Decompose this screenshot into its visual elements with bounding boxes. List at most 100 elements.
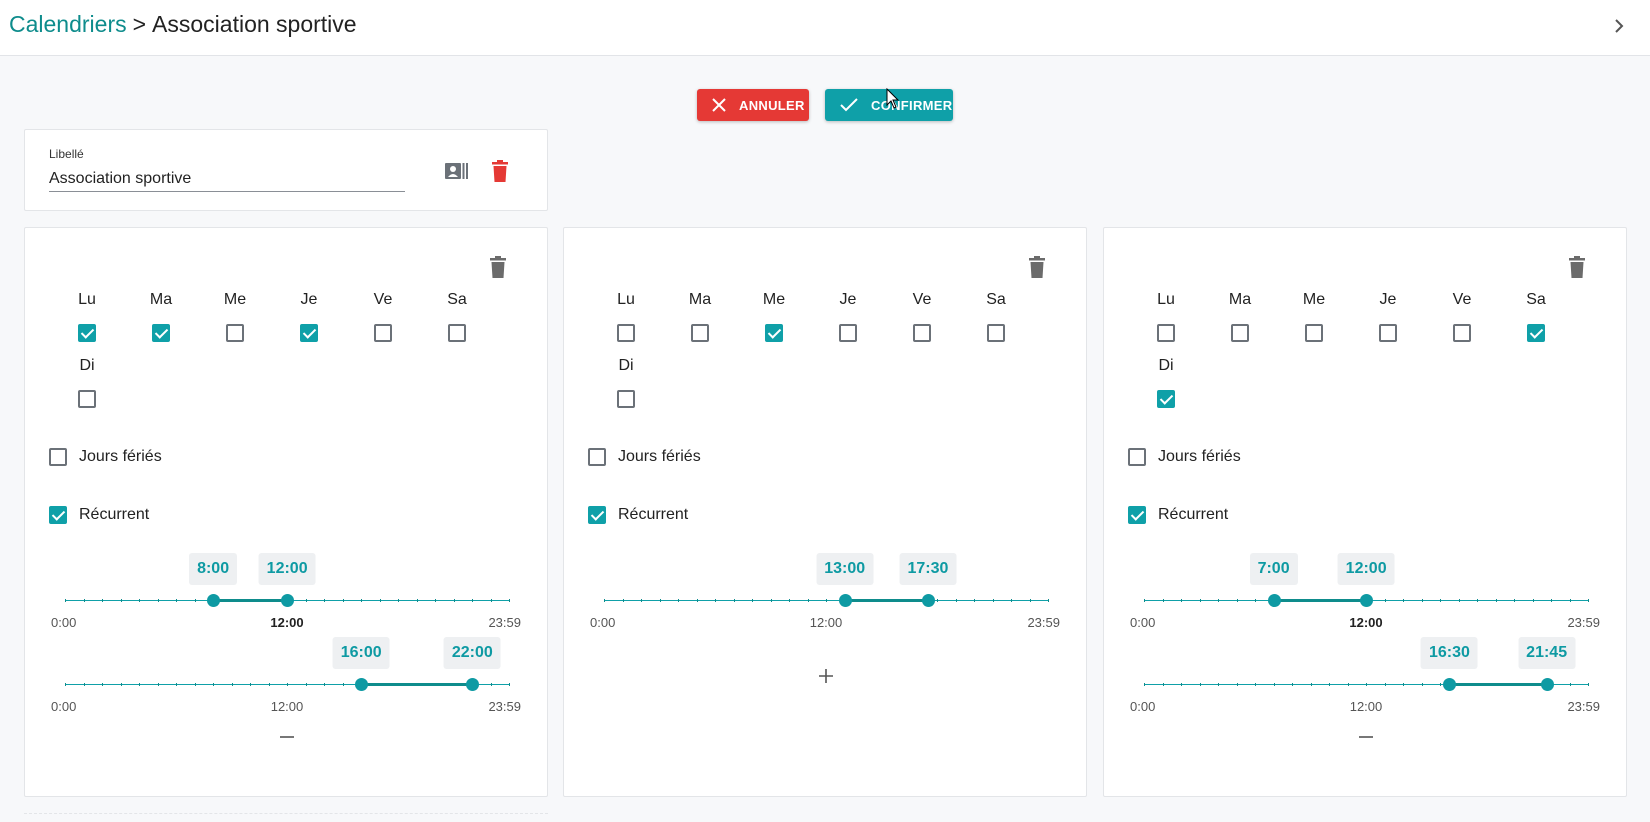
day-checkbox-je[interactable]: [1379, 324, 1397, 342]
slider-start-handle[interactable]: [1267, 594, 1281, 607]
chevron-right-icon[interactable]: [1607, 14, 1631, 38]
slider-tick: [1218, 599, 1219, 602]
day-checkbox-je[interactable]: [300, 324, 318, 342]
slider-tick: [250, 683, 251, 686]
slider-tick: [194, 683, 196, 686]
slider-tick: [659, 599, 661, 602]
slider-start-handle[interactable]: [355, 678, 369, 691]
day-di: Di: [1146, 356, 1186, 413]
recurrent-option: Récurrent: [49, 506, 149, 524]
time-range-slider[interactable]: 8:00 12:00 0:00 12:00 23:59: [51, 553, 521, 633]
holidays-checkbox[interactable]: [49, 448, 67, 466]
day-checkbox-sa[interactable]: [1527, 324, 1545, 342]
slider-end-value: 22:00: [443, 637, 501, 669]
day-je: Je: [289, 290, 329, 347]
holidays-checkbox[interactable]: [1128, 448, 1146, 466]
day-checkbox-di[interactable]: [78, 390, 96, 408]
cancel-button[interactable]: ANNULER: [697, 89, 809, 121]
time-range-slider[interactable]: 7:00 12:00 0:00 12:00 23:59: [1130, 553, 1600, 633]
schedule-card: Lu Ma Me Je Ve Sa Di Jours fériés Récurrent 13:00…: [563, 227, 1087, 797]
slider-tick: [1329, 683, 1330, 686]
slider-tick: [1403, 683, 1404, 686]
slider-selected-range: [1273, 599, 1367, 602]
slider-end-handle[interactable]: [281, 594, 295, 607]
breadcrumb-calendriers-link[interactable]: Calendriers: [9, 11, 127, 37]
add-range-icon[interactable]: [816, 666, 836, 686]
time-range-slider[interactable]: 13:00 17:30 0:00 12:00 23:59: [590, 553, 1060, 633]
slider-tick: [1144, 599, 1145, 602]
delete-schedule-icon[interactable]: [1027, 255, 1047, 279]
day-je: Je: [828, 290, 868, 347]
breadcrumb-separator: >: [132, 11, 147, 37]
day-checkbox-ma[interactable]: [152, 324, 170, 342]
day-label: Di: [79, 357, 95, 374]
slider-tick: [398, 599, 399, 602]
trash-icon[interactable]: [490, 159, 510, 183]
slider-tick: [342, 683, 344, 686]
day-checkbox-ma[interactable]: [691, 324, 709, 342]
slider-start-handle[interactable]: [207, 594, 221, 607]
recurrent-checkbox[interactable]: [49, 506, 67, 524]
slider-tick: [622, 599, 624, 602]
time-range-slider[interactable]: 16:30 21:45 0:00 12:00 23:59: [1130, 637, 1600, 717]
slider-tick: [807, 599, 809, 602]
time-range-slider[interactable]: 16:00 22:00 0:00 12:00 23:59: [51, 637, 521, 717]
day-checkbox-ma[interactable]: [1231, 324, 1249, 342]
slider-start-handle[interactable]: [838, 594, 852, 607]
slider-tick: [65, 683, 66, 686]
day-checkbox-ve[interactable]: [374, 324, 392, 342]
recurrent-option: Récurrent: [1128, 506, 1228, 524]
slider-tick: [604, 599, 605, 602]
delete-schedule-icon[interactable]: [488, 255, 508, 279]
libelle-input[interactable]: [49, 166, 405, 192]
day-checkbox-sa[interactable]: [987, 324, 1005, 342]
slider-start-value: 7:00: [1249, 553, 1298, 585]
slider-tick: [287, 683, 288, 686]
slider-end-handle[interactable]: [1360, 594, 1374, 607]
slider-end-handle[interactable]: [466, 678, 480, 691]
axis-mid-label: 12:00: [270, 699, 304, 714]
day-checkbox-lu[interactable]: [1157, 324, 1175, 342]
delete-schedule-icon[interactable]: [1567, 255, 1587, 279]
slider-tick: [974, 599, 975, 602]
day-checkbox-lu[interactable]: [617, 324, 635, 342]
slider-selected-range: [361, 683, 473, 686]
day-checkbox-di[interactable]: [1157, 390, 1175, 408]
day-label: Ma: [1228, 291, 1252, 308]
slider-tick: [509, 599, 510, 602]
recurrent-checkbox[interactable]: [1128, 506, 1146, 524]
slider-end-handle[interactable]: [1540, 678, 1554, 691]
slider-tick: [65, 599, 66, 602]
slider-tick: [955, 599, 957, 602]
check-icon: [840, 98, 858, 112]
day-checkbox-ve[interactable]: [1453, 324, 1471, 342]
slider-tick: [1384, 683, 1386, 686]
slider-tick: [305, 599, 307, 602]
slider-start-handle[interactable]: [1443, 678, 1457, 691]
day-ve: Ve: [363, 290, 403, 347]
remove-range-icon[interactable]: [1356, 723, 1376, 743]
contact-card-icon[interactable]: [444, 160, 468, 182]
day-checkbox-di[interactable]: [617, 390, 635, 408]
day-checkbox-sa[interactable]: [448, 324, 466, 342]
remove-range-icon[interactable]: [277, 723, 297, 743]
slider-tick: [83, 683, 85, 686]
slider-start-value: 16:00: [332, 637, 390, 669]
slider-tick: [1181, 683, 1182, 686]
day-checkbox-me[interactable]: [226, 324, 244, 342]
slider-tick: [1551, 599, 1552, 602]
slider-end-handle[interactable]: [921, 594, 935, 607]
recurrent-checkbox[interactable]: [588, 506, 606, 524]
holidays-checkbox[interactable]: [588, 448, 606, 466]
slider-tick: [1495, 599, 1497, 602]
day-checkbox-me[interactable]: [765, 324, 783, 342]
day-checkbox-ve[interactable]: [913, 324, 931, 342]
day-checkbox-me[interactable]: [1305, 324, 1323, 342]
slider-tick: [826, 599, 827, 602]
holidays-label: Jours fériés: [79, 448, 162, 465]
day-checkbox-lu[interactable]: [78, 324, 96, 342]
slider-tick: [194, 599, 196, 602]
slider-tick: [992, 599, 994, 602]
slider-tick: [1011, 599, 1012, 602]
day-checkbox-je[interactable]: [839, 324, 857, 342]
